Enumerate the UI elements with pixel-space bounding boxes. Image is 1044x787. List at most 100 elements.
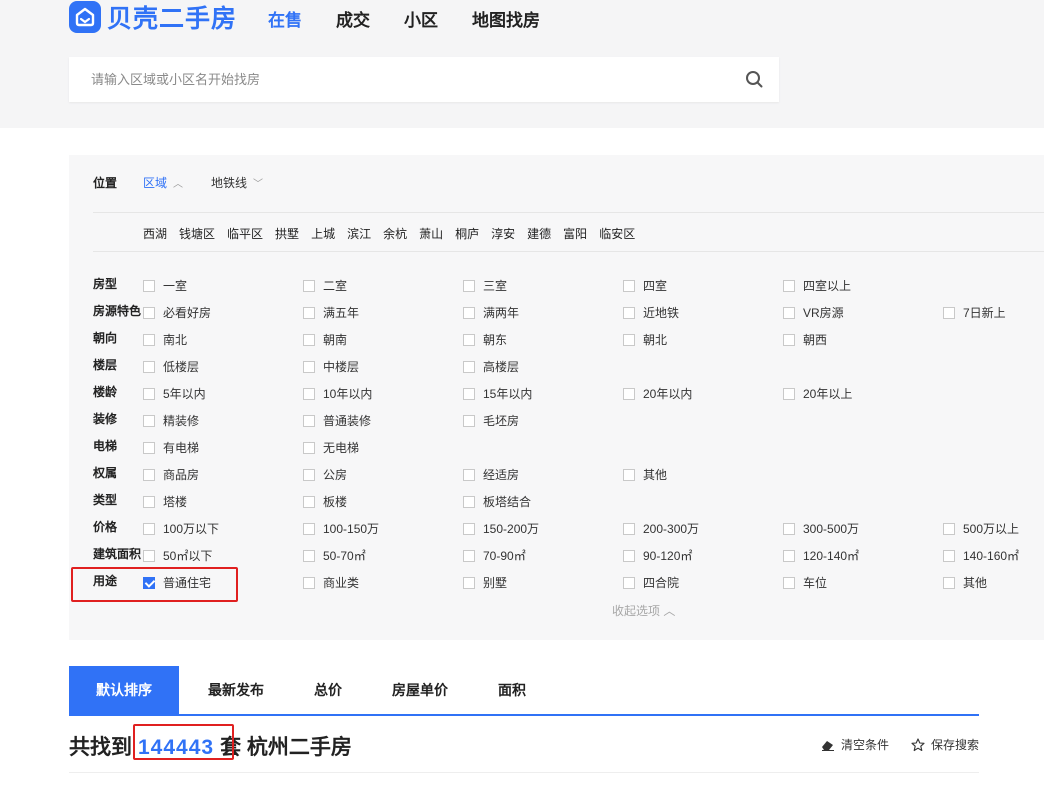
sort-unit-price[interactable]: 房屋单价: [367, 666, 473, 714]
checkbox-checked[interactable]: [143, 576, 155, 589]
checkbox[interactable]: [143, 441, 155, 454]
filter-option[interactable]: 必看好房: [143, 304, 211, 321]
checkbox[interactable]: [143, 414, 155, 427]
filter-option[interactable]: 低楼层: [143, 358, 199, 375]
checkbox[interactable]: [303, 522, 315, 535]
district-option[interactable]: 余杭: [383, 225, 407, 242]
checkbox[interactable]: [783, 387, 795, 400]
district-option[interactable]: 上城: [311, 225, 335, 242]
checkbox[interactable]: [943, 576, 955, 589]
search-input[interactable]: [69, 57, 729, 102]
filter-option[interactable]: 普通住宅: [143, 574, 211, 591]
checkbox[interactable]: [783, 279, 795, 292]
district-option[interactable]: 桐庐: [455, 225, 479, 242]
district-option[interactable]: 淳安: [491, 225, 515, 242]
checkbox[interactable]: [463, 414, 475, 427]
checkbox[interactable]: [303, 495, 315, 508]
nav-map-search[interactable]: 地图找房: [472, 6, 540, 31]
checkbox[interactable]: [143, 306, 155, 319]
checkbox[interactable]: [303, 279, 315, 292]
filter-option[interactable]: 普通装修: [303, 412, 371, 429]
checkbox[interactable]: [463, 522, 475, 535]
filter-option[interactable]: 四室: [623, 277, 667, 294]
checkbox[interactable]: [463, 306, 475, 319]
checkbox[interactable]: [303, 549, 315, 562]
nav-on-sale[interactable]: 在售: [268, 6, 302, 31]
checkbox[interactable]: [143, 333, 155, 346]
filter-option[interactable]: 四室以上: [783, 277, 851, 294]
district-option[interactable]: 滨江: [347, 225, 371, 242]
checkbox[interactable]: [623, 306, 635, 319]
checkbox[interactable]: [143, 279, 155, 292]
checkbox[interactable]: [623, 576, 635, 589]
sort-total-price[interactable]: 总价: [289, 666, 367, 714]
checkbox[interactable]: [623, 387, 635, 400]
filter-option[interactable]: 满两年: [463, 304, 519, 321]
filter-option[interactable]: 毛坯房: [463, 412, 519, 429]
district-option[interactable]: 临安区: [599, 225, 635, 242]
checkbox[interactable]: [303, 306, 315, 319]
filter-option[interactable]: 120-140㎡: [783, 547, 859, 564]
filter-option[interactable]: 三室: [463, 277, 507, 294]
checkbox[interactable]: [463, 576, 475, 589]
filter-option[interactable]: 朝北: [623, 331, 667, 348]
filter-option[interactable]: 精装修: [143, 412, 199, 429]
district-option[interactable]: 拱墅: [275, 225, 299, 242]
filter-option[interactable]: 无电梯: [303, 439, 359, 456]
filter-option[interactable]: VR房源: [783, 304, 844, 321]
filter-option[interactable]: 公房: [303, 466, 347, 483]
checkbox[interactable]: [783, 576, 795, 589]
checkbox[interactable]: [303, 333, 315, 346]
nav-sold[interactable]: 成交: [336, 6, 370, 31]
filter-option[interactable]: 四合院: [623, 574, 679, 591]
filter-option[interactable]: 50-70㎡: [303, 547, 366, 564]
filter-option[interactable]: 南北: [143, 331, 187, 348]
checkbox[interactable]: [303, 441, 315, 454]
filter-option[interactable]: 商业类: [303, 574, 359, 591]
filter-option[interactable]: 满五年: [303, 304, 359, 321]
checkbox[interactable]: [623, 279, 635, 292]
filter-option[interactable]: 高楼层: [463, 358, 519, 375]
checkbox[interactable]: [303, 414, 315, 427]
checkbox[interactable]: [143, 468, 155, 481]
checkbox[interactable]: [463, 387, 475, 400]
district-option[interactable]: 钱塘区: [179, 225, 215, 242]
checkbox[interactable]: [463, 360, 475, 373]
filter-option[interactable]: 7日新上: [943, 304, 1006, 321]
district-option[interactable]: 临平区: [227, 225, 263, 242]
brand-logo[interactable]: 贝壳二手房: [69, 0, 237, 34]
filter-option[interactable]: 10年以内: [303, 385, 372, 402]
filter-option[interactable]: 朝西: [783, 331, 827, 348]
filter-option[interactable]: 200-300万: [623, 520, 699, 537]
filter-option[interactable]: 商品房: [143, 466, 199, 483]
filter-option[interactable]: 板楼: [303, 493, 347, 510]
save-search-button[interactable]: 保存搜索: [911, 736, 979, 753]
collapse-options-button[interactable]: 收起选项 ︿: [612, 602, 675, 619]
filter-option[interactable]: 20年以内: [623, 385, 692, 402]
checkbox[interactable]: [303, 360, 315, 373]
checkbox[interactable]: [943, 306, 955, 319]
filter-option[interactable]: 5年以内: [143, 385, 206, 402]
clear-filters-button[interactable]: 清空条件: [821, 736, 889, 753]
checkbox[interactable]: [623, 549, 635, 562]
filter-option[interactable]: 一室: [143, 277, 187, 294]
checkbox[interactable]: [463, 279, 475, 292]
sort-default[interactable]: 默认排序: [69, 666, 179, 714]
filter-option[interactable]: 90-120㎡: [623, 547, 692, 564]
district-option[interactable]: 萧山: [419, 225, 443, 242]
nav-community[interactable]: 小区: [404, 6, 438, 31]
filter-option[interactable]: 150-200万: [463, 520, 539, 537]
checkbox[interactable]: [303, 576, 315, 589]
filter-option[interactable]: 其他: [943, 574, 987, 591]
checkbox[interactable]: [463, 468, 475, 481]
checkbox[interactable]: [463, 333, 475, 346]
filter-option[interactable]: 50㎡以下: [143, 547, 212, 564]
filter-option[interactable]: 70-90㎡: [463, 547, 526, 564]
checkbox[interactable]: [623, 333, 635, 346]
filter-option[interactable]: 其他: [623, 466, 667, 483]
tab-district[interactable]: 区域 ︿: [143, 174, 183, 191]
filter-option[interactable]: 100万以下: [143, 520, 219, 537]
filter-option[interactable]: 500万以上: [943, 520, 1019, 537]
filter-option[interactable]: 近地铁: [623, 304, 679, 321]
checkbox[interactable]: [143, 522, 155, 535]
